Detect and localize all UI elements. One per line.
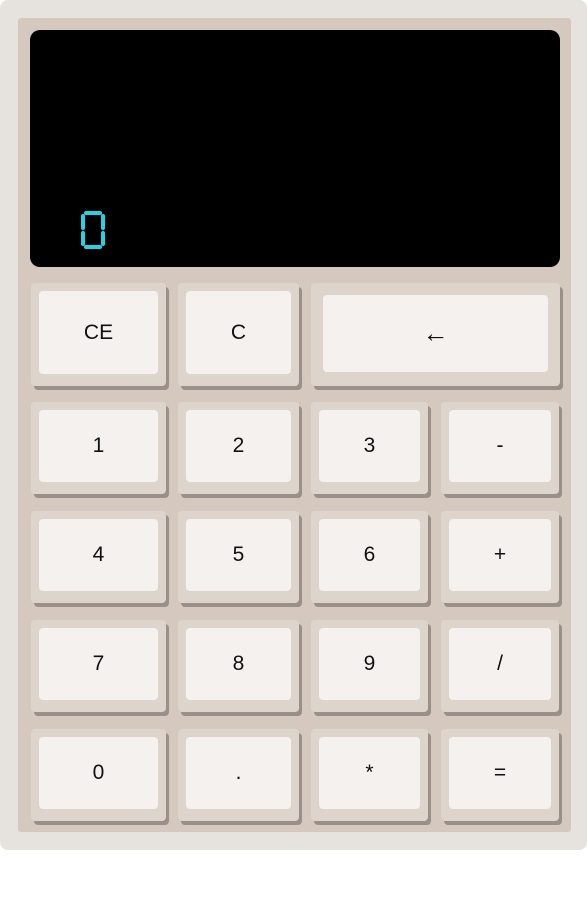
digit-1-label: 1	[39, 410, 158, 482]
digit-8-label: 8	[186, 628, 291, 700]
minus-label: -	[449, 410, 551, 482]
digit-1-button[interactable]: 1	[31, 402, 166, 494]
clear-button[interactable]: C	[178, 283, 299, 386]
backspace-button[interactable]: ←	[311, 283, 560, 386]
digit-5-label: 5	[186, 519, 291, 591]
digit-3-button[interactable]: 3	[311, 402, 428, 494]
digit-4-button[interactable]: 4	[31, 511, 166, 603]
plus-label: +	[449, 519, 551, 591]
decimal-button[interactable]: .	[178, 729, 299, 821]
clear-entry-label: CE	[39, 291, 158, 374]
plus-button[interactable]: +	[441, 511, 559, 603]
digit-7-label: 7	[39, 628, 158, 700]
multiply-button[interactable]: *	[311, 729, 428, 821]
divide-label: /	[449, 628, 551, 700]
digit-6-label: 6	[319, 519, 420, 591]
multiply-label: *	[319, 737, 420, 809]
digit-9-button[interactable]: 9	[311, 620, 428, 712]
display-value	[80, 210, 108, 250]
divide-button[interactable]: /	[441, 620, 559, 712]
digit-7-button[interactable]: 7	[31, 620, 166, 712]
decimal-label: .	[186, 737, 291, 809]
digit-8-button[interactable]: 8	[178, 620, 299, 712]
backspace-icon: ←	[323, 295, 548, 372]
equals-button[interactable]: =	[441, 729, 559, 821]
digit-2-button[interactable]: 2	[178, 402, 299, 494]
digit-0-label: 0	[39, 737, 158, 809]
digit-0-button[interactable]: 0	[31, 729, 166, 821]
digit-5-button[interactable]: 5	[178, 511, 299, 603]
seven-segment-zero-glyph	[81, 211, 105, 249]
equals-label: =	[449, 737, 551, 809]
digit-4-label: 4	[39, 519, 158, 591]
calculator-display	[30, 30, 560, 267]
digit-6-button[interactable]: 6	[311, 511, 428, 603]
clear-label: C	[186, 291, 291, 374]
clear-entry-button[interactable]: CE	[31, 283, 166, 386]
digit-9-label: 9	[319, 628, 420, 700]
digit-2-label: 2	[186, 410, 291, 482]
minus-button[interactable]: -	[441, 402, 559, 494]
digit-3-label: 3	[319, 410, 420, 482]
